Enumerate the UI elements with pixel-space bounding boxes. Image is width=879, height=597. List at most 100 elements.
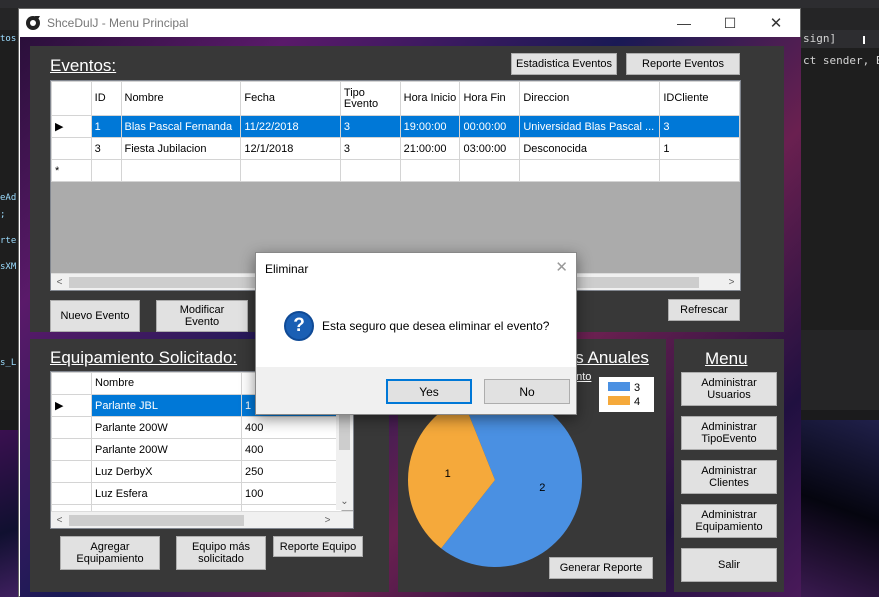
ide-fragment: sXM bbox=[0, 262, 17, 272]
manage-equipment-button[interactable]: Administrar Equipamiento bbox=[681, 504, 777, 538]
minimize-button[interactable]: — bbox=[661, 9, 707, 37]
scroll-right-icon[interactable]: > bbox=[319, 512, 336, 528]
column-header[interactable]: Hora Inicio bbox=[399, 81, 461, 116]
manage-event-types-button[interactable]: Administrar TipoEvento bbox=[681, 416, 777, 450]
dialog-title: Eliminar bbox=[265, 262, 309, 276]
maximize-button[interactable]: ☐ bbox=[707, 9, 753, 37]
cell[interactable]: 400 bbox=[241, 416, 342, 439]
scroll-thumb[interactable] bbox=[69, 515, 244, 526]
row-selector[interactable] bbox=[51, 137, 92, 160]
cell[interactable]: 03:00:00 bbox=[459, 137, 521, 160]
ide-fragment: rte bbox=[0, 236, 17, 246]
ide-fragment: ; bbox=[0, 210, 6, 220]
refresh-button[interactable]: Refrescar bbox=[668, 299, 740, 321]
cell[interactable]: 1 bbox=[90, 115, 122, 138]
column-header[interactable]: Nombre bbox=[91, 372, 242, 395]
column-header[interactable]: Tipo Evento bbox=[339, 81, 401, 116]
delete-confirm-dialog: Eliminar ✕ ? Esta seguro que desea elimi… bbox=[255, 252, 577, 415]
cell[interactable]: 3 bbox=[90, 137, 122, 160]
scroll-right-icon[interactable]: > bbox=[723, 274, 740, 290]
close-button[interactable]: ✕ bbox=[753, 9, 799, 37]
no-button[interactable]: No bbox=[484, 379, 570, 404]
slice-label: 1 bbox=[445, 468, 451, 480]
scroll-left-icon[interactable]: < bbox=[51, 512, 68, 528]
legend-swatch bbox=[608, 396, 630, 405]
table-row[interactable]: 3 Fiesta Jubilacion 12/1/2018 3 21:00:00… bbox=[51, 137, 740, 160]
column-header-text: Tipo Evento bbox=[343, 86, 379, 110]
ide-code-right: sign] ct sender, Event bbox=[801, 30, 879, 330]
exit-button[interactable]: Salir bbox=[681, 548, 777, 582]
app-icon bbox=[26, 16, 40, 30]
cell[interactable]: 19:00:00 bbox=[399, 115, 461, 138]
modify-event-button[interactable]: Modificar Evento bbox=[156, 300, 248, 332]
manage-users-button[interactable]: Administrar Usuarios bbox=[681, 372, 777, 406]
cell[interactable]: 21:00:00 bbox=[399, 137, 461, 160]
menu-panel: Menu Administrar Usuarios Administrar Ti… bbox=[674, 339, 784, 592]
scroll-down-icon[interactable]: ⌄ bbox=[336, 493, 353, 510]
new-event-button[interactable]: Nuevo Evento bbox=[50, 300, 140, 332]
row-selector[interactable]: ▶ bbox=[51, 115, 92, 138]
ide-code-left: tos) eAd ; rte sXM s_L bbox=[0, 30, 22, 420]
menu-heading: Menu bbox=[705, 349, 748, 368]
generate-report-button[interactable]: Generar Reporte bbox=[549, 557, 653, 579]
cell[interactable]: 3 bbox=[339, 115, 401, 138]
cell[interactable]: Universidad Blas Pascal ... bbox=[519, 115, 661, 138]
equipment-hscrollbar[interactable]: < > bbox=[51, 511, 353, 528]
equipment-report-button[interactable]: Reporte Equipo bbox=[273, 536, 363, 557]
cell[interactable]: Desconocida bbox=[519, 137, 661, 160]
ide-fragment: eAd bbox=[0, 193, 17, 203]
column-header-text: Hora Fin bbox=[463, 92, 506, 104]
column-header[interactable]: Direccion bbox=[519, 81, 661, 116]
new-row-marker: * bbox=[51, 159, 92, 182]
add-equipment-button[interactable]: Agregar Equipamiento bbox=[60, 536, 160, 570]
dialog-close-icon[interactable]: ✕ bbox=[555, 258, 568, 276]
legend-swatch bbox=[608, 382, 630, 391]
table-row[interactable]: Luz DerbyX 250 bbox=[51, 460, 342, 483]
column-header[interactable]: Hora Fin bbox=[459, 81, 521, 116]
cell[interactable]: 00:00:00 bbox=[459, 115, 521, 138]
row-header-corner bbox=[51, 372, 92, 395]
legend-label: 3 bbox=[634, 382, 640, 394]
cell[interactable]: 100 bbox=[241, 482, 342, 505]
events-table: ID Nombre Fecha Tipo Evento Hora Inicio … bbox=[51, 81, 740, 182]
event-report-button[interactable]: Reporte Eventos bbox=[626, 53, 740, 75]
cell[interactable]: Fiesta Jubilacion bbox=[120, 137, 242, 160]
legend-label: 4 bbox=[634, 396, 640, 408]
cell[interactable]: Blas Pascal Fernanda bbox=[120, 115, 242, 138]
event-stats-button[interactable]: Estadistica Eventos bbox=[511, 53, 617, 75]
row-selector[interactable]: ▶ bbox=[51, 394, 92, 417]
scroll-left-icon[interactable]: < bbox=[51, 274, 68, 290]
table-row[interactable]: Parlante 200W 400 bbox=[51, 438, 342, 461]
row-header-corner bbox=[51, 81, 92, 116]
wallpaper-right bbox=[801, 420, 879, 597]
cell[interactable]: Luz Esfera bbox=[91, 482, 242, 505]
column-header[interactable]: Nombre bbox=[120, 81, 242, 116]
cell[interactable]: 11/22/2018 bbox=[240, 115, 341, 138]
title-bar[interactable]: ShceDulJ - Menu Principal — ☐ ✕ bbox=[19, 9, 800, 37]
manage-clients-button[interactable]: Administrar Clientes bbox=[681, 460, 777, 494]
ide-code-fragment: ct sender, Event bbox=[803, 54, 879, 67]
column-header[interactable]: ID bbox=[90, 81, 122, 116]
cell[interactable]: 12/1/2018 bbox=[240, 137, 341, 160]
cell[interactable]: 1 bbox=[659, 137, 740, 160]
new-row[interactable]: * bbox=[51, 159, 740, 182]
most-requested-button[interactable]: Equipo más solicitado bbox=[176, 536, 266, 570]
table-row[interactable]: ▶ 1 Blas Pascal Fernanda 11/22/2018 3 19… bbox=[51, 115, 740, 138]
cell[interactable]: 400 bbox=[241, 438, 342, 461]
column-header-text: Hora Inicio bbox=[403, 92, 457, 104]
column-header[interactable]: Fecha bbox=[240, 81, 341, 116]
question-icon: ? bbox=[284, 311, 314, 341]
cell[interactable]: Parlante JBL bbox=[91, 394, 242, 417]
cell[interactable]: Luz DerbyX bbox=[91, 460, 242, 483]
cell[interactable]: 3 bbox=[659, 115, 740, 138]
table-row[interactable]: Luz Esfera 100 bbox=[51, 482, 342, 505]
cell[interactable]: 250 bbox=[241, 460, 342, 483]
table-row[interactable]: Parlante 200W 400 bbox=[51, 416, 342, 439]
cell[interactable]: 3 bbox=[339, 137, 401, 160]
cell[interactable]: Parlante 200W bbox=[91, 438, 242, 461]
cell[interactable]: Parlante 200W bbox=[91, 416, 242, 439]
equipment-heading: Equipamiento Solicitado: bbox=[50, 348, 238, 367]
yes-button[interactable]: Yes bbox=[386, 379, 472, 404]
column-header[interactable]: IDCliente bbox=[659, 81, 740, 116]
wallpaper-left bbox=[0, 430, 20, 597]
